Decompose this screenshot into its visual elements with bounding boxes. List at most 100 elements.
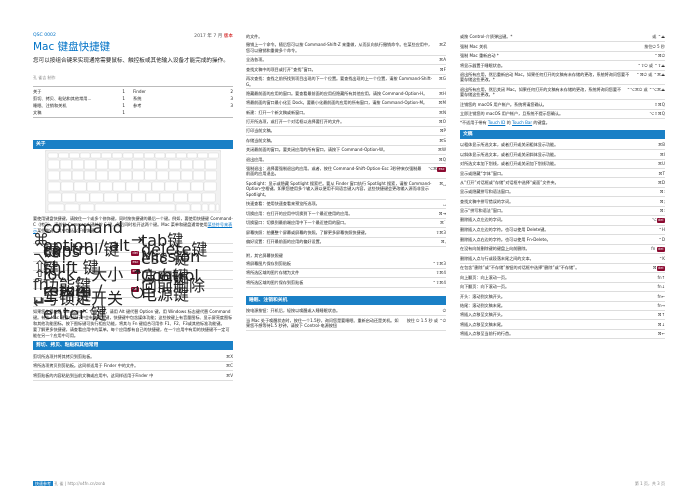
shortcut-keys: ⇧⌘Q bbox=[654, 101, 665, 107]
shortcut-keys: ⌃⇧⏻ 或 ⌃⇧⏏ bbox=[637, 62, 665, 68]
shortcut-description: 切换窗口：切换到最前端应用中下一个最近使用的窗口。 bbox=[246, 220, 349, 226]
toc-link[interactable]: Finder bbox=[133, 88, 146, 95]
shortcut-description: 显示“拼写和语法”窗口。 bbox=[460, 208, 506, 213]
toc-link[interactable]: 系统 bbox=[133, 95, 141, 102]
toc-link[interactable]: 关于 bbox=[33, 88, 41, 95]
shortcut-row: 强制 Mac 重新启动 * ⌃⌘⏻ bbox=[460, 52, 665, 62]
toc-link[interactable]: 剪切、拷贝、粘贴和其他常用... bbox=[33, 95, 91, 102]
shortcut-row: 退出所有应用，然后关闭 Mac。如果任何打开的文稿有未存储的更改，系统将询问您要… bbox=[460, 85, 665, 101]
shortcut-description: 偏好设置：打开最前面的应用的偏好设置。 bbox=[246, 238, 324, 244]
shortcut-row: 剪切所选项并将其拷贝到剪贴板。 ⌘X bbox=[33, 352, 233, 362]
shortcut-row: 按电源按钮：开机后，轻按以唤醒或入睡睡眠状态。 ⏻ bbox=[246, 307, 446, 317]
shortcut-row: 显示或隐藏拼写和语法窗口。 ⌘: bbox=[460, 188, 665, 198]
shortcut-description: 显示或隐藏“字体”窗口。 bbox=[460, 170, 506, 176]
shortcut-description: 再次查找：查找之前所找到项目出现的下一个位置。要查找出现的上一个位置，请按 Co… bbox=[246, 75, 433, 87]
shortcut-row: 显示或隐藏“字体”窗口。 ⌘T bbox=[460, 169, 665, 179]
shortcut-row: 屏幕快照：拍摄整个屏幕或屏幕的快照。了解更多屏幕快照快捷键。 ⇧⌘3 bbox=[246, 228, 446, 238]
shortcut-row: 将显示器置于睡眠状态。 ⌃⇧⏻ 或 ⌃⇧⏏ bbox=[460, 61, 665, 71]
shortcut-keys: ⌘X bbox=[226, 353, 233, 359]
shortcut-keys: ⇧⌘3 bbox=[435, 229, 446, 235]
copy-shortcut-list: 剪切所选项并将其拷贝到剪贴板。 ⌘X 将所选项拷贝到剪贴板。这同样适用于 Finde… bbox=[33, 352, 233, 381]
screenshot-shortcut-list: 将屏幕图片保存到剪贴板 ⌃⇧⌘3 将所选区域的图片存储为文件 ⇧⌘4 将所选区域的图片保… bbox=[246, 260, 446, 288]
shortcut-row: 将屏幕图片保存到剪贴板 ⌃⇧⌘3 bbox=[246, 260, 446, 270]
shortcut-keys: fn↑ bbox=[657, 274, 665, 280]
shortcut-description: 撤销上一个命令。随后您可以按 Command-Shift-Z 来重做，从而反向执… bbox=[246, 42, 433, 53]
shortcut-keys: ⌘↑ bbox=[657, 312, 665, 318]
shortcut-description: 将插入点移至当前行的行首。 bbox=[460, 331, 514, 337]
shortcut-row: 以粗体显示所选文本，或者打开或关闭粗体显示功能。 ⌘B bbox=[460, 141, 665, 151]
shortcut-description: 将剪贴板的内容粘贴到当前文稿或应用中。这同样适用于Finder 中 bbox=[33, 372, 154, 378]
shortcut-row: 删除插入点左边的字符。也可以使用 Delete键。 ⌃H bbox=[460, 226, 665, 236]
page-footer: 快速参考 孔 雀 | http://x4fn.cn/zsnb 第 1 页，共 3… bbox=[33, 481, 665, 487]
toc-link[interactable]: 睡眠、注销和关机 bbox=[33, 102, 67, 109]
toc-page: 3 bbox=[230, 103, 233, 108]
shortcut-row: 查找文稿中拼写错误的字词。 ⌘; bbox=[460, 197, 665, 207]
shortcut-description: 从“打开”对话框或“存储”对话框中选择“桌面”文件夹。 bbox=[460, 179, 559, 185]
shortcut-row: 将所选区域的图片保存到剪贴板 ⌃⇧⌘4 bbox=[246, 278, 446, 288]
shortcut-row: 注销您的 macOS 用户帐户。系统将请您确认。 ⇧⌘Q bbox=[460, 100, 665, 110]
shortcut-row: 对所选文本加下划线，或者打开或关闭加下划线功能。 ⌘U bbox=[460, 160, 665, 170]
shortcut-description: 立即注销您的 macOS 用户帐户，且系统不提示您确认。 bbox=[460, 111, 564, 117]
touchid-link[interactable]: Touch ID bbox=[488, 120, 505, 125]
shortcut-keys: ⌃⇧⌘3 bbox=[432, 261, 446, 267]
shortcut-row: 在包含“删除”或“不存储”按钮的对话框中选择“删除”或“不存储”。 ⌘ del bbox=[460, 264, 665, 274]
shortcut-keys: ⌘P bbox=[439, 128, 446, 134]
shortcut-keys: 按住 ⏻ 1.5 秒 或 ⌃⏻ bbox=[406, 317, 446, 323]
toc-link[interactable]: 文稿 bbox=[33, 109, 41, 116]
toc-page: 1 bbox=[122, 110, 125, 115]
shortcut-description: 在包含“删除”或“不存储”按钮的对话框中选择“删除”或“不存储”。 bbox=[460, 265, 580, 271]
page-number: 第 1 页，共 3 页 bbox=[634, 481, 665, 486]
sleep-shortcut-list: 按电源按钮：开机后，轻按以唤醒或入睡睡眠状态。 ⏻ 当 Mac 处于唤醒状态时，按住… bbox=[246, 307, 446, 332]
shortcut-row: 将插入点移至文稿开头。 ⌘↑ bbox=[460, 311, 665, 321]
shortcut-description: 向下翻页：向下滚动一页。 bbox=[460, 284, 510, 290]
shortcut-row: 切换应用：在打开的应用中切换到下一个最近使用的应用。 ⌘⇥ bbox=[246, 209, 446, 219]
shortcut-description: 以斜体显示所选文本，或者打开或关闭斜体显示功能。 bbox=[460, 151, 559, 157]
shortcut-row: 或按 Control-介质弹出键。* 或 ⌃⏏ bbox=[460, 33, 665, 43]
table-of-contents: 关于 1 Finder 2 剪切、拷贝、粘贴和其他常用... 1 系统 3 睡眠、注销和关机 1 参… bbox=[33, 86, 233, 118]
shortcut-keys: ⌃⌘⏻ bbox=[654, 53, 665, 59]
key-name: 电源键 bbox=[141, 285, 190, 305]
doc-code: QSC 0002 bbox=[33, 33, 56, 38]
page-title: Mac 键盘快捷键 bbox=[33, 41, 111, 53]
touchbar-link[interactable]: Touch Bar bbox=[512, 120, 532, 125]
toc-page: 1 bbox=[122, 89, 125, 94]
shortcut-description: 强制退出：选择要强制退出的应用。或者，按住 Command-Shift-Opti… bbox=[246, 165, 422, 177]
key-symbol: ⏻ bbox=[131, 283, 144, 303]
shortcut-keys: 按住⏻ 5 秒 bbox=[644, 43, 665, 49]
shortcut-keys: ⌘; bbox=[659, 198, 665, 204]
shortcut-keys: ⌘C bbox=[226, 363, 233, 369]
toc-page: 1 bbox=[122, 96, 125, 101]
shortcut-keys: ⌃⌥⌘⏻ 或 ⌃⌥⌘⏏ bbox=[626, 86, 665, 92]
toc-row: 文稿 1 bbox=[33, 109, 233, 116]
shortcut-description: 以粗体显示所选文本，或者打开或关闭粗体显示功能。 bbox=[460, 142, 559, 148]
shortcut-keys: ␣ bbox=[443, 201, 446, 207]
shortcut-keys: ⌘, bbox=[440, 238, 446, 244]
shortcut-description: 退出应用。 bbox=[246, 156, 267, 162]
shortcut-keys: fn← bbox=[657, 293, 665, 299]
shortcut-row: 结尾：滚动到文稿末尾。 fn→ bbox=[460, 302, 665, 311]
shortcut-row: 快速查看：使用快速查看来预览所选项。 ␣ bbox=[246, 200, 446, 210]
shortcut-description: 查找文稿中的项目或打开“查找”窗口。 bbox=[246, 66, 316, 72]
shortcut-keys: ⌘V bbox=[226, 372, 233, 378]
toc-link[interactable]: 参考 bbox=[133, 102, 141, 109]
toc-row: 剪切、拷贝、粘贴和其他常用... 1 系统 3 bbox=[33, 95, 233, 102]
shortcut-description: 隐藏最前面的应用的窗口。要查看最前面的应用但隐藏所有其他应用，请按 Comman… bbox=[246, 90, 428, 96]
shortcut-keys: ⌘⇥ bbox=[438, 210, 446, 216]
shortcut-keys: ⌘B bbox=[658, 142, 665, 148]
shortcut-keys: ⌘D bbox=[657, 179, 665, 185]
shortcut-keys: ⌘` bbox=[439, 220, 446, 226]
doc-date: 2017 年 7 月 版本 bbox=[194, 34, 233, 39]
shortcut-description: 显示或隐藏拼写和语法窗口。 bbox=[460, 189, 514, 195]
shortcut-description: 关闭最前面的窗口。要关闭应用的所有窗口，请按下 Command-Option-W… bbox=[246, 147, 388, 153]
shortcut-description: 删除插入点与行或段落末尾之间的文本。 bbox=[460, 255, 534, 261]
shortcut-keys: ⌃⌘⏻ 或 ⌃⌘⏏ bbox=[636, 71, 665, 77]
touchid-note: *不适用于带有 Touch ID 的 Touch Bar 的键盘。 bbox=[460, 120, 550, 126]
shortcut-keys: ⌘F bbox=[439, 66, 446, 72]
shortcut-row: 将所选项拷贝到剪贴板。这同样适用于 Finder 中的文件。 ⌘C bbox=[33, 362, 233, 372]
shortcut-row: 查找文稿中的项目或打开“查找”窗口。 ⌘F bbox=[246, 65, 446, 75]
shortcut-row: 开头：滚动到文稿开头。 fn← bbox=[460, 292, 665, 302]
shortcut-description: 删除插入点左边的字词。 bbox=[460, 217, 506, 223]
footer-label: 快速参考 bbox=[33, 481, 53, 486]
shortcut-keys: ⌘G bbox=[438, 75, 446, 81]
shortcut-row: 打开所选项，或打开一个对话框以选择要打开的文件。 ⌘O bbox=[246, 118, 446, 127]
